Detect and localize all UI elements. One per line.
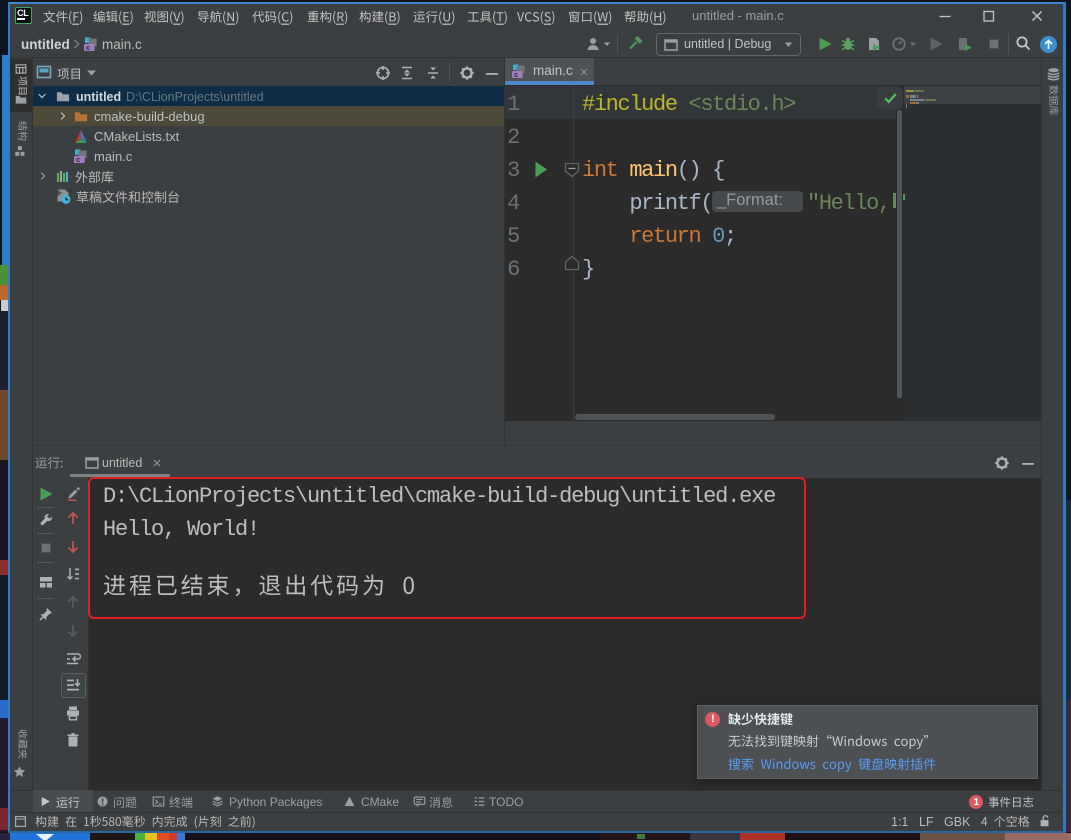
svg-text:c: c <box>86 43 90 52</box>
svg-text:c: c <box>76 155 80 164</box>
svg-text:c: c <box>514 70 518 79</box>
